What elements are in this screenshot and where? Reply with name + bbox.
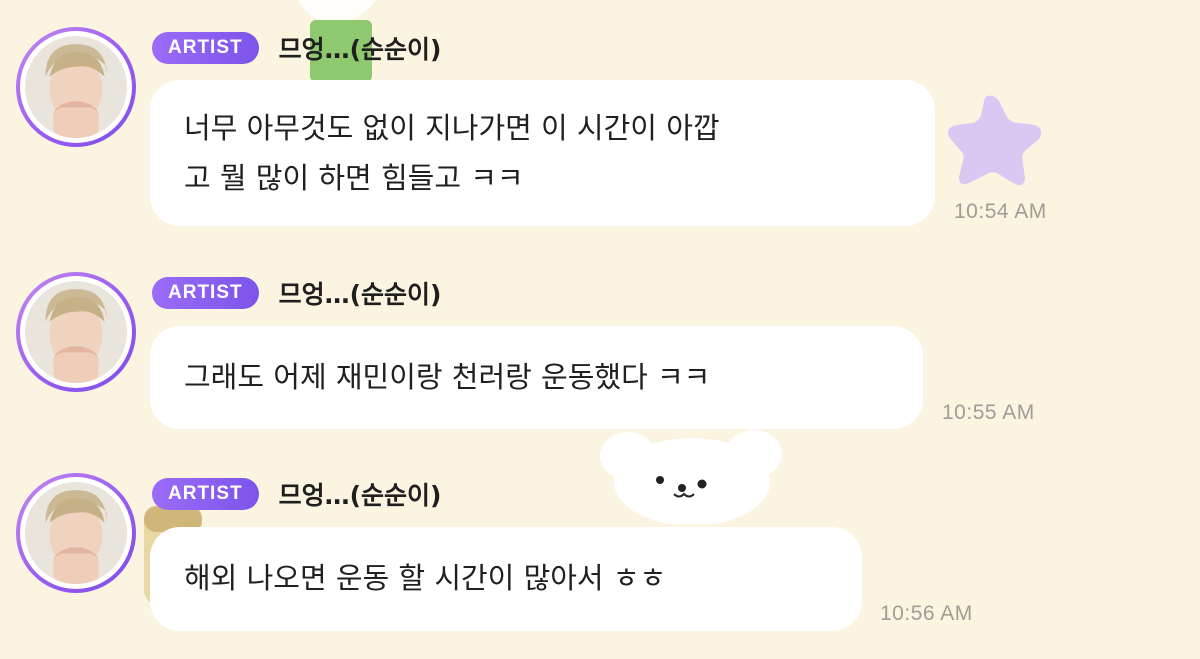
message-bubble[interactable]: 그래도 어제 재민이랑 천러랑 운동했다 ㅋㅋ [150, 326, 923, 429]
star-sticker-icon [948, 95, 1042, 186]
message-line: 너무 아무것도 없이 지나가면 이 시간이 아깝 [184, 111, 720, 145]
message-line: 고 뭘 많이 하면 힘들고 ㅋㅋ [184, 161, 524, 195]
message-line: 해외 나오면 운동 할 시간이 많아서 ㅎㅎ [184, 561, 667, 595]
message-header: ARTIST 므엉…(순순이) [152, 275, 441, 311]
puppy-sticker-icon [600, 430, 782, 524]
message-bubble[interactable]: 너무 아무것도 없이 지나가면 이 시간이 아깝 고 뭘 많이 하면 힘들고 ㅋ… [150, 80, 935, 226]
message-header: ARTIST 므엉…(순순이) [152, 476, 441, 512]
timestamp: 10:55 AM [942, 401, 1035, 424]
profile-photo [25, 482, 127, 584]
avatar[interactable] [16, 473, 136, 593]
profile-photo [25, 36, 127, 138]
artist-badge: ARTIST [152, 277, 259, 309]
avatar[interactable] [16, 272, 136, 392]
profile-photo [25, 281, 127, 383]
message-line: 그래도 어제 재민이랑 천러랑 운동했다 ㅋㅋ [184, 360, 711, 394]
message-header: ARTIST 므엉…(순순이) [152, 30, 441, 66]
sender-name[interactable]: 므엉…(순순이) [279, 30, 442, 66]
artist-badge: ARTIST [152, 32, 259, 64]
sender-name[interactable]: 므엉…(순순이) [279, 275, 442, 311]
sender-name[interactable]: 므엉…(순순이) [279, 476, 442, 512]
timestamp: 10:54 AM [954, 200, 1047, 223]
artist-badge: ARTIST [152, 478, 259, 510]
avatar[interactable] [16, 27, 136, 147]
timestamp: 10:56 AM [880, 602, 973, 625]
message-bubble[interactable]: 해외 나오면 운동 할 시간이 많아서 ㅎㅎ [150, 527, 862, 631]
